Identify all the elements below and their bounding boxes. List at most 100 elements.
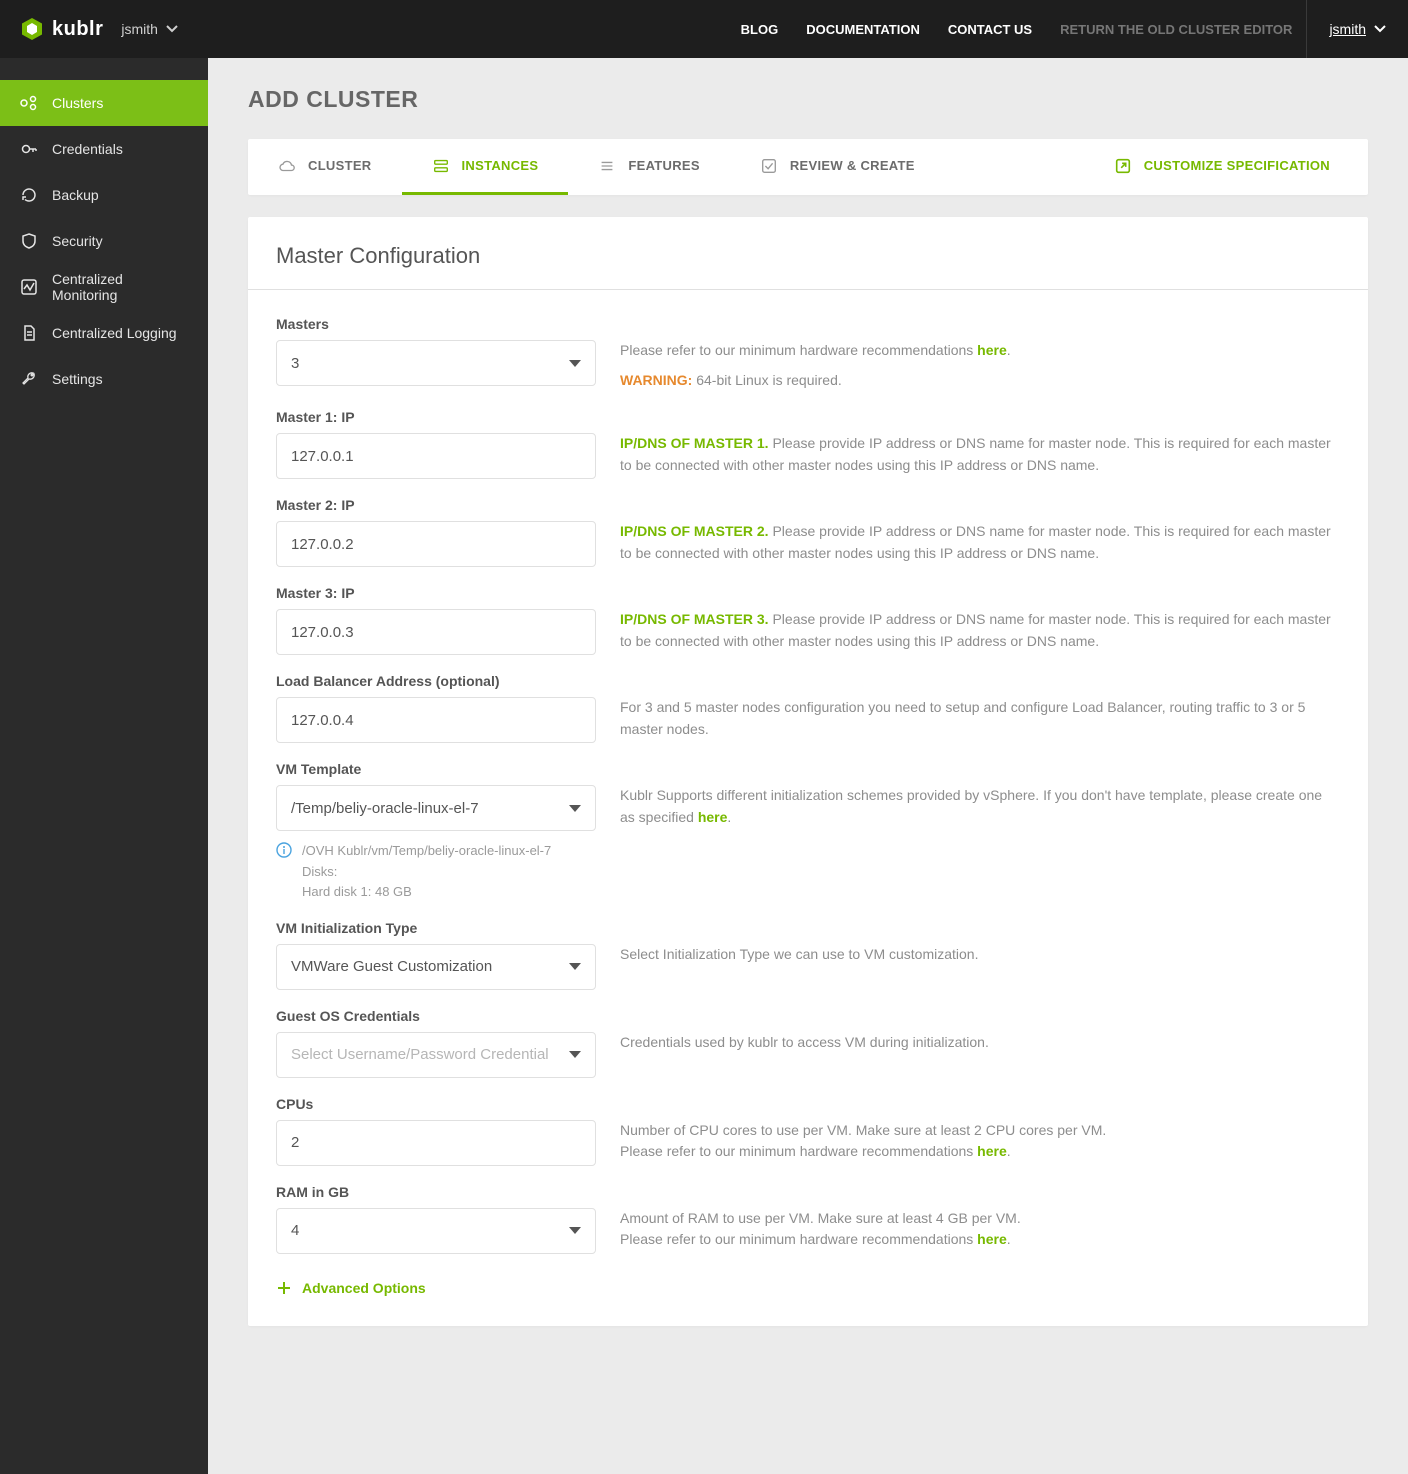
plus-icon <box>276 1280 292 1296</box>
sidebar-item-label: Settings <box>52 371 103 387</box>
sidebar-item-label: Clusters <box>52 95 103 111</box>
cpus-input[interactable] <box>276 1120 596 1166</box>
sidebar-item-backup[interactable]: Backup <box>0 172 208 218</box>
workspace-dropdown[interactable]: jsmith <box>121 21 178 37</box>
guest-credentials-select[interactable]: Select Username/Password Credential <box>276 1032 596 1078</box>
external-link-icon <box>1114 157 1132 175</box>
master-config-card: Master Configuration Masters 3 Please re… <box>248 217 1368 1326</box>
vmtpl-help: Kublr Supports different initialization … <box>620 761 1340 901</box>
customize-label: CUSTOMIZE SPECIFICATION <box>1144 158 1330 173</box>
key-icon <box>20 140 38 158</box>
kublr-logo-icon <box>20 17 44 41</box>
wrench-icon <box>20 370 38 388</box>
lb-label: Load Balancer Address (optional) <box>276 673 596 689</box>
review-icon <box>760 157 778 175</box>
shield-icon <box>20 232 38 250</box>
advanced-options-toggle[interactable]: Advanced Options <box>276 1280 1340 1296</box>
wizard-tabs: CLUSTER INSTANCES FEATURES REVIEW & CREA… <box>248 139 1368 195</box>
master2-label: Master 2: IP <box>276 497 596 513</box>
tab-features[interactable]: FEATURES <box>568 139 730 195</box>
sidebar-item-settings[interactable]: Settings <box>0 356 208 402</box>
nav-blog[interactable]: BLOG <box>727 22 793 37</box>
hw-recommendations-link[interactable]: here <box>977 1231 1007 1247</box>
sidebar-item-label: Security <box>52 233 103 249</box>
brand[interactable]: kublr <box>20 17 103 41</box>
nav-docs[interactable]: DOCUMENTATION <box>792 22 934 37</box>
master1-help: IP/DNS OF MASTER 1. Please provide IP ad… <box>620 409 1340 479</box>
master2-help: IP/DNS OF MASTER 2. Please provide IP ad… <box>620 497 1340 567</box>
account-dropdown[interactable]: jsmith <box>1306 0 1408 58</box>
sidebar-item-label: Backup <box>52 187 99 203</box>
clusters-icon <box>20 94 38 112</box>
hw-recommendations-link[interactable]: here <box>977 342 1007 358</box>
section-title: Master Configuration <box>248 217 1368 290</box>
hw-recommendations-link[interactable]: here <box>977 1143 1007 1159</box>
advanced-options-label: Advanced Options <box>302 1280 426 1296</box>
tab-label: INSTANCES <box>462 158 539 173</box>
customize-specification-link[interactable]: CUSTOMIZE SPECIFICATION <box>1084 139 1368 195</box>
nav-old-editor[interactable]: RETURN THE OLD CLUSTER EDITOR <box>1046 22 1306 37</box>
vm-init-value: VMWare Guest Customization <box>291 958 492 975</box>
instances-icon <box>432 157 450 175</box>
lb-address-input[interactable] <box>276 697 596 743</box>
tab-review[interactable]: REVIEW & CREATE <box>730 139 945 195</box>
ram-value: 4 <box>291 1222 299 1239</box>
master3-label: Master 3: IP <box>276 585 596 601</box>
ram-help: Amount of RAM to use per VM. Make sure a… <box>620 1184 1340 1254</box>
main-content: ADD CLUSTER CLUSTER INSTANCES FEATURES R… <box>208 58 1408 1474</box>
sidebar-item-credentials[interactable]: Credentials <box>0 126 208 172</box>
master3-help: IP/DNS OF MASTER 3. Please provide IP ad… <box>620 585 1340 655</box>
vm-template-select[interactable]: /Temp/beliy-oracle-linux-el-7 <box>276 785 596 831</box>
caret-down-icon <box>569 360 581 367</box>
sidebar-item-label: Credentials <box>52 141 123 157</box>
master2-ip-input[interactable] <box>276 521 596 567</box>
warning-label: WARNING: <box>620 372 692 388</box>
ram-select[interactable]: 4 <box>276 1208 596 1254</box>
top-bar: kublr jsmith BLOG DOCUMENTATION CONTACT … <box>0 0 1408 58</box>
sidebar-item-monitoring[interactable]: Centralized Monitoring <box>0 264 208 310</box>
vminit-help: Select Initialization Type we can use to… <box>620 920 1340 990</box>
master1-ip-input[interactable] <box>276 433 596 479</box>
page-title: ADD CLUSTER <box>248 86 1368 113</box>
account-username: jsmith <box>1329 21 1366 37</box>
sidebar-item-logging[interactable]: Centralized Logging <box>0 310 208 356</box>
master3-ip-input[interactable] <box>276 609 596 655</box>
masters-help: Please refer to our minimum hardware rec… <box>620 316 1340 391</box>
cloud-icon <box>278 157 296 175</box>
chevron-down-icon <box>166 23 178 35</box>
tab-label: FEATURES <box>628 158 700 173</box>
nav-contact[interactable]: CONTACT US <box>934 22 1046 37</box>
caret-down-icon <box>569 1227 581 1234</box>
cpus-help: Number of CPU cores to use per VM. Make … <box>620 1096 1340 1166</box>
caret-down-icon <box>569 805 581 812</box>
masters-select[interactable]: 3 <box>276 340 596 386</box>
vmtpl-label: VM Template <box>276 761 596 777</box>
masters-label: Masters <box>276 316 596 332</box>
master1-label: Master 1: IP <box>276 409 596 425</box>
tab-cluster[interactable]: CLUSTER <box>248 139 402 195</box>
vm-template-docs-link[interactable]: here <box>698 809 728 825</box>
guest-help: Credentials used by kublr to access VM d… <box>620 1008 1340 1078</box>
masters-value: 3 <box>291 355 299 372</box>
top-nav: BLOG DOCUMENTATION CONTACT US RETURN THE… <box>727 0 1408 58</box>
vm-init-select[interactable]: VMWare Guest Customization <box>276 944 596 990</box>
sidebar-item-label: Centralized Logging <box>52 325 177 341</box>
logging-icon <box>20 324 38 342</box>
vminit-label: VM Initialization Type <box>276 920 596 936</box>
info-icon <box>276 842 292 858</box>
features-icon <box>598 157 616 175</box>
sidebar-item-clusters[interactable]: Clusters <box>0 80 208 126</box>
tab-instances[interactable]: INSTANCES <box>402 139 569 195</box>
caret-down-icon <box>569 1051 581 1058</box>
tab-label: REVIEW & CREATE <box>790 158 915 173</box>
vm-template-info: /OVH Kublr/vm/Temp/beliy-oracle-linux-el… <box>276 841 596 901</box>
sidebar-item-security[interactable]: Security <box>0 218 208 264</box>
chevron-down-icon <box>1374 23 1386 35</box>
monitoring-icon <box>20 278 38 296</box>
sidebar: Clusters Credentials Backup Security Cen… <box>0 58 208 1474</box>
caret-down-icon <box>569 963 581 970</box>
vm-template-value: /Temp/beliy-oracle-linux-el-7 <box>291 800 479 817</box>
cpus-label: CPUs <box>276 1096 596 1112</box>
brand-name: kublr <box>52 18 103 41</box>
backup-icon <box>20 186 38 204</box>
